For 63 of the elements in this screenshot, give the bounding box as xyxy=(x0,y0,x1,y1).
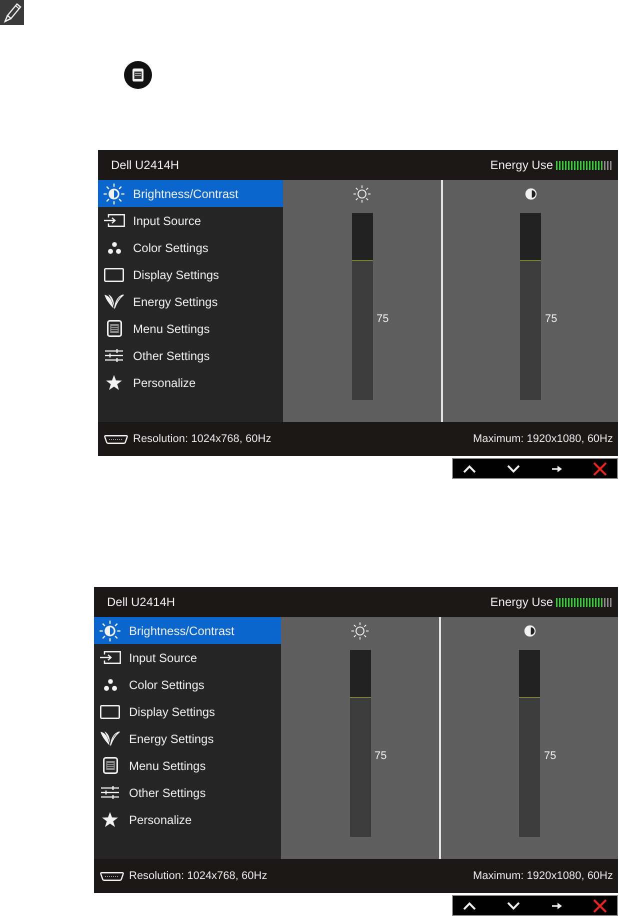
connector-icon xyxy=(104,434,128,444)
window-icon xyxy=(106,320,122,337)
menu-item[interactable]: Other Settings xyxy=(94,779,281,806)
dots-icon xyxy=(104,678,116,690)
slider-value: 75 xyxy=(544,750,556,762)
slider-value: 75 xyxy=(374,750,387,762)
model-name: Dell U2414H xyxy=(111,158,180,172)
arrow-right-icon[interactable] xyxy=(552,902,562,910)
menu-item[interactable]: Input Source xyxy=(98,207,283,234)
slider-track[interactable] xyxy=(352,213,372,400)
input-icon xyxy=(100,651,120,664)
slider-value: 75 xyxy=(376,312,389,324)
menu-item[interactable]: Energy Settings xyxy=(98,288,283,315)
sun-icon xyxy=(351,622,369,640)
menu-item[interactable]: Menu Settings xyxy=(94,752,281,779)
menu-item[interactable]: Display Settings xyxy=(98,261,283,288)
menu-item[interactable]: Energy Settings xyxy=(94,725,281,752)
sliders-icon xyxy=(101,786,119,799)
input-icon xyxy=(104,214,124,227)
close-icon[interactable] xyxy=(592,462,607,476)
menu-item[interactable]: Brightness/Contrast xyxy=(94,617,281,644)
contrast-icon xyxy=(524,625,536,637)
energy-label: Energy Use xyxy=(490,158,553,172)
brightness-icon xyxy=(99,620,121,642)
menu-item[interactable]: Display Settings xyxy=(94,698,281,725)
chevron-down-icon[interactable] xyxy=(507,902,520,910)
menu-item[interactable]: Color Settings xyxy=(98,234,283,261)
star-icon xyxy=(102,812,118,827)
connector-icon xyxy=(100,872,124,880)
menu-item[interactable]: Input Source xyxy=(94,644,281,671)
slider-value: 75 xyxy=(545,312,558,324)
menu-item[interactable]: Other Settings xyxy=(98,342,283,369)
maximum-resolution-text: Maximum: 1920x1080, 60Hz xyxy=(472,870,613,882)
energy-label: Energy Use xyxy=(490,595,553,609)
leaf-icon xyxy=(104,294,124,309)
resolution-text: Resolution: 1024x768, 60Hz xyxy=(133,433,272,445)
sun-icon xyxy=(353,185,371,203)
menu-item[interactable]: Brightness/Contrast xyxy=(98,180,283,207)
menu-item[interactable]: Personalize xyxy=(94,806,281,833)
chevron-up-icon[interactable] xyxy=(463,464,476,472)
maximum-resolution-text: Maximum: 1920x1080, 60Hz xyxy=(472,433,613,445)
chevron-down-icon[interactable] xyxy=(507,464,520,472)
sliders-icon xyxy=(105,349,123,362)
slider-track[interactable] xyxy=(350,650,370,837)
menu-item[interactable]: Menu Settings xyxy=(98,315,283,342)
dots-icon xyxy=(108,242,120,254)
menu-icon xyxy=(124,61,152,89)
leaf-icon xyxy=(100,731,120,746)
model-name: Dell U2414H xyxy=(107,595,176,609)
slider-track[interactable] xyxy=(519,650,540,837)
brightness-icon xyxy=(103,182,125,204)
chevron-up-icon[interactable] xyxy=(463,902,476,910)
menu-item[interactable]: Personalize xyxy=(98,369,283,396)
menu-item[interactable]: Color Settings xyxy=(94,671,281,698)
star-icon xyxy=(106,375,122,390)
resolution-text: Resolution: 1024x768, 60Hz xyxy=(129,870,268,882)
window-icon xyxy=(102,757,118,774)
arrow-right-icon[interactable] xyxy=(552,464,562,472)
display-icon xyxy=(104,268,124,282)
display-icon xyxy=(100,704,120,718)
slider-track[interactable] xyxy=(520,213,541,400)
contrast-icon xyxy=(524,188,536,200)
close-icon[interactable] xyxy=(592,898,607,912)
